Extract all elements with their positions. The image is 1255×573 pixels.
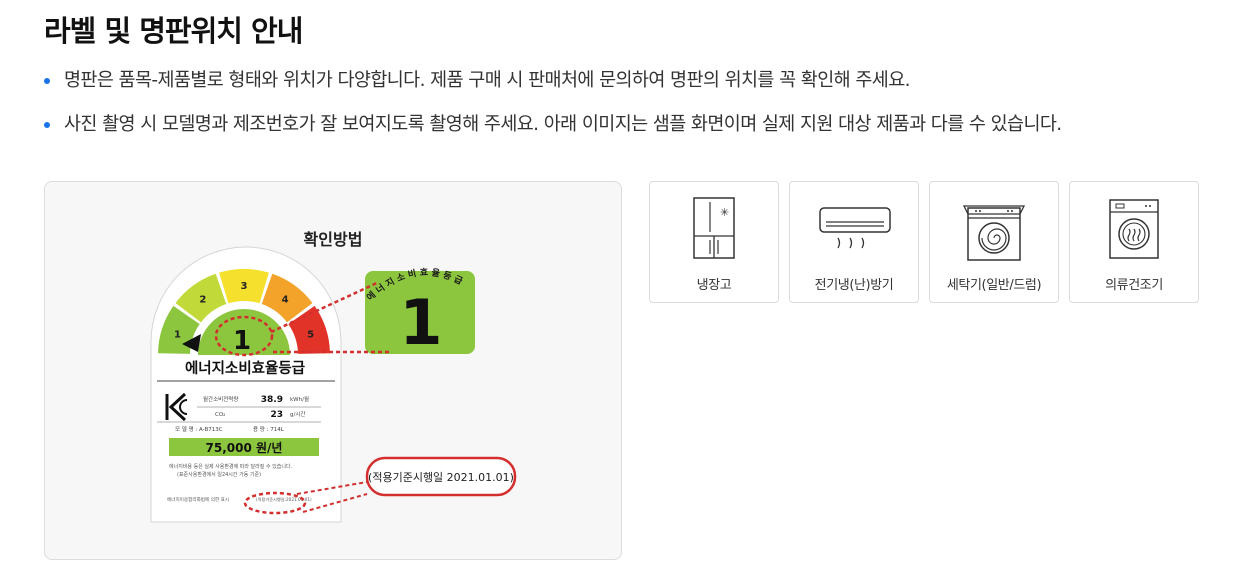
- notice-text: 사진 촬영 시 모델명과 제조번호가 잘 보여지도록 촬영해 주세요. 아래 이…: [64, 114, 1062, 135]
- air-conditioner-icon: [819, 207, 891, 249]
- grade-number-2: 2: [199, 294, 206, 305]
- product-name: 의류건조기: [1105, 278, 1163, 293]
- model-label: 모 델 명 : A-B713C: [175, 425, 223, 433]
- grade-number-5: 5: [307, 329, 314, 340]
- refrigerator-icon: ✳: [693, 197, 735, 259]
- bullet-dot: [44, 78, 50, 84]
- power-unit: kWh/월: [290, 395, 309, 403]
- cost-note-sub: (표준사용환경에서 일24시간 가동 기준): [177, 471, 261, 478]
- cost-note: 에너지비용 등은 실제 사용환경에 따라 달라질 수 있습니다.: [169, 463, 293, 470]
- bullet-dot: [44, 122, 50, 128]
- annual-cost: 75,000 원/년: [206, 441, 283, 455]
- zoom-grade-number: 1: [399, 286, 442, 359]
- label-footer-text: 에너지이용합리화법에 의한 표시: [167, 496, 229, 503]
- grade-number-1: 1: [174, 329, 181, 340]
- power-value: 38.9: [261, 395, 283, 405]
- co2-unit: g/시간: [290, 410, 305, 418]
- svg-text:✳: ✳: [720, 206, 729, 219]
- product-name: 세탁기(일반/드럼): [946, 278, 1042, 293]
- product-name: 전기냉(난)방기: [814, 278, 894, 293]
- co2-value: 23: [270, 410, 283, 420]
- product-card-air-conditioner[interactable]: 전기냉(난)방기: [789, 181, 919, 303]
- grade-number-3: 3: [241, 281, 248, 292]
- power-label: 월간소비전력량: [203, 395, 238, 403]
- product-card-clothes-dryer[interactable]: 의류건조기: [1069, 181, 1199, 303]
- notice-item: 사진 촬영 시 모델명과 제조번호가 잘 보여지도록 촬영해 주세요. 아래 이…: [44, 112, 1062, 138]
- page-title: 라벨 및 명판위치 안내: [44, 14, 303, 48]
- notice-text: 명판은 품목-제품별로 형태와 위치가 다양합니다. 제품 구매 시 판매처에 …: [64, 70, 910, 91]
- capacity-label: 용 량 : 714L: [253, 426, 285, 433]
- grade-number-4: 4: [282, 294, 289, 305]
- washing-machine-icon: [962, 205, 1026, 261]
- current-grade-number: 1: [233, 326, 251, 356]
- co2-label: CO₂: [215, 412, 225, 418]
- date-callout-text: (적용기준시행일 2021.01.01): [368, 470, 514, 484]
- notice-list: 명판은 품목-제품별로 형태와 위치가 다양합니다. 제품 구매 시 판매처에 …: [44, 68, 1062, 156]
- product-card-washing-machine[interactable]: 세탁기(일반/드럼): [929, 181, 1059, 303]
- product-name: 냉장고: [696, 278, 732, 293]
- notice-item: 명판은 품목-제품별로 형태와 위치가 다양합니다. 제품 구매 시 판매처에 …: [44, 68, 1062, 94]
- product-card-refrigerator[interactable]: ✳ 냉장고: [649, 181, 779, 303]
- label-guide-card: 확인방법 1 2 3 4 5 1 에 너 지 소 비 효 율 등 급 1 에너지…: [44, 181, 622, 560]
- label-main-title: 에너지소비효율등급: [185, 360, 305, 377]
- clothes-dryer-icon: [1109, 199, 1159, 259]
- energy-label-illustration: 1 2 3 4 5 1 에 너 지 소 비 효 율 등 급 1 에너지소비효율등…: [150, 246, 517, 523]
- product-category-list: ✳ 냉장고 전기냉(난)방기 세탁기(일반/드럼) 의류건조기: [649, 181, 1199, 303]
